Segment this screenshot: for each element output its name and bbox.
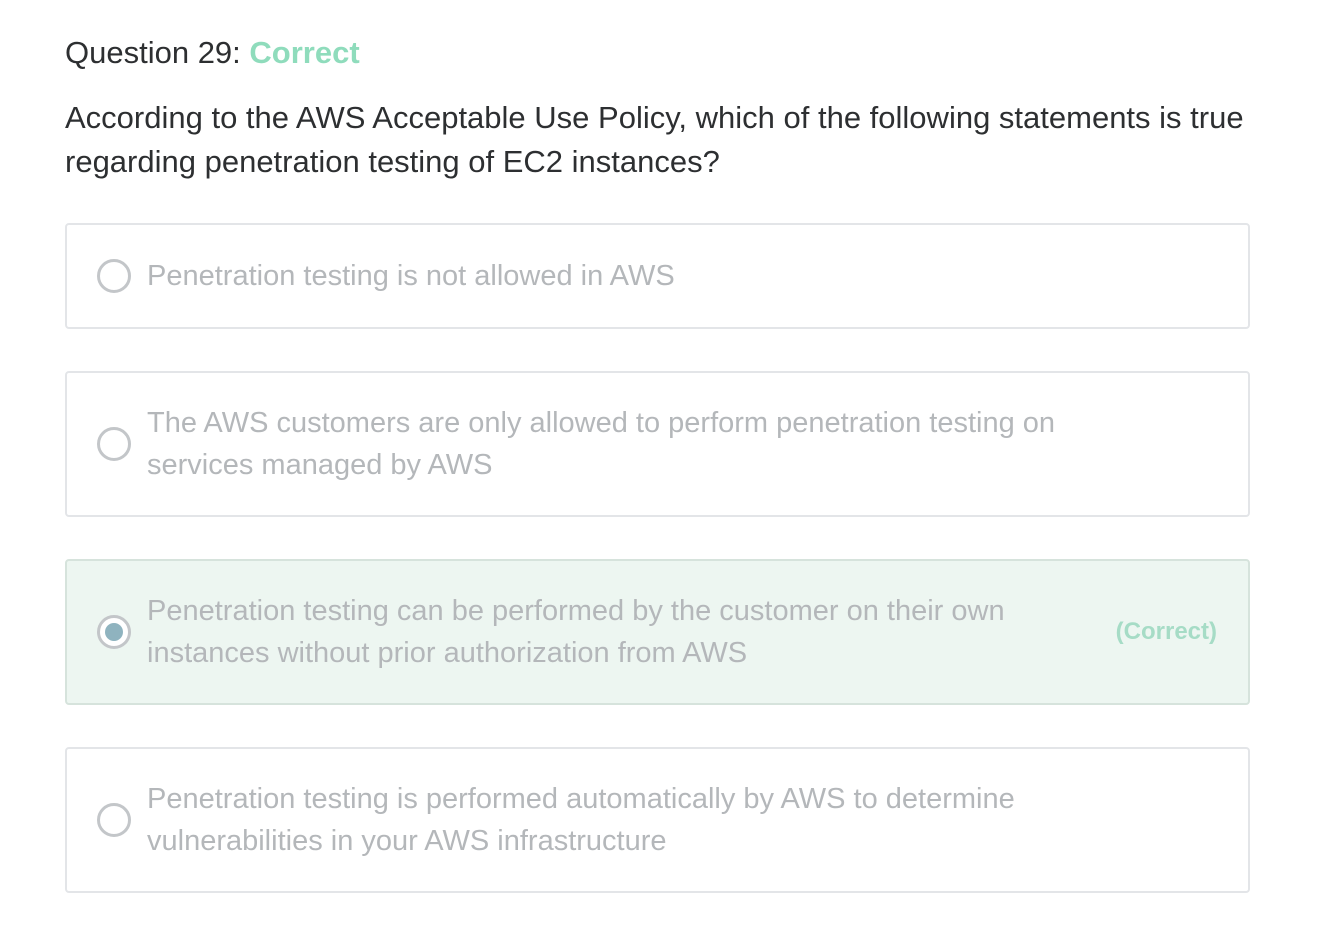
answer-option-text: The AWS customers are only allowed to pe… (147, 407, 1056, 481)
question-number: Question 29: (65, 35, 241, 70)
radio-button[interactable] (97, 427, 131, 461)
radio-selected-dot (105, 623, 123, 641)
radio-button-selected[interactable] (97, 615, 131, 649)
question-header: Question 29: Correct (65, 34, 360, 72)
answer-option-1[interactable]: Penetration testing is not allowed in AW… (65, 223, 1250, 329)
correct-tag: (Correct) (1115, 618, 1217, 645)
radio-button[interactable] (97, 803, 131, 837)
answer-option-4[interactable]: Penetration testing is performed automat… (65, 747, 1250, 893)
question-text: According to the AWS Acceptable Use Poli… (65, 100, 1244, 179)
answer-option-text: Penetration testing is performed automat… (147, 783, 1015, 857)
answer-option-2[interactable]: The AWS customers are only allowed to pe… (65, 371, 1250, 517)
answer-option-text: Penetration testing can be performed by … (147, 595, 1005, 669)
result-status: Correct (249, 35, 360, 70)
answer-option-3[interactable]: Penetration testing can be performed by … (65, 559, 1250, 705)
radio-button[interactable] (97, 259, 131, 293)
answer-option-text: Penetration testing is not allowed in AW… (147, 260, 675, 292)
